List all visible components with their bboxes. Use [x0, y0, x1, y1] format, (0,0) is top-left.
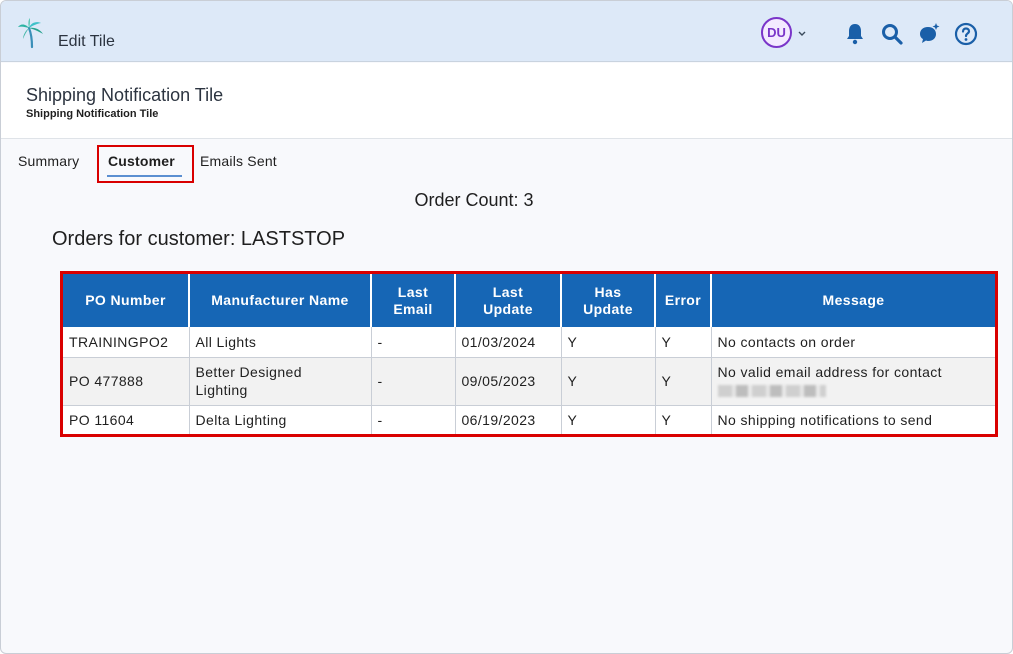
manufacturer-label: Better Designed Lighting: [195, 364, 302, 398]
error-cell: Y: [655, 327, 712, 358]
avatar[interactable]: DU: [761, 17, 792, 48]
last-email-cell: -: [371, 405, 456, 434]
column-header[interactable]: Error: [655, 274, 712, 327]
last-update-cell: 01/03/2024: [455, 327, 562, 358]
column-header[interactable]: Manufacturer Name: [189, 274, 372, 327]
tile-header: Shipping Notification Tile Shipping Noti…: [1, 63, 1012, 139]
active-tab-underline: [107, 175, 182, 177]
last-update-cell: 06/19/2023: [455, 405, 562, 434]
column-header[interactable]: Has Update: [561, 274, 656, 327]
tab-customer[interactable]: Customer: [108, 153, 175, 169]
message-cell: No contacts on order: [711, 327, 995, 358]
manufacturer-cell: Delta Lighting: [189, 405, 372, 434]
po-number-cell: TRAININGPO2: [63, 327, 190, 358]
column-header[interactable]: Last Update: [455, 274, 562, 327]
palm-tree-logo[interactable]: [16, 17, 48, 49]
orders-table: PO Number Manufacturer Name Last Email L…: [63, 274, 995, 434]
bell-icon[interactable]: [843, 22, 867, 46]
last-update-cell: 09/05/2023: [455, 357, 562, 406]
column-header-label: Last Email: [393, 283, 433, 317]
manufacturer-cell: All Lights: [189, 327, 372, 358]
manufacturer-cell: Better Designed Lighting: [189, 357, 372, 406]
tile-title: Shipping Notification Tile: [26, 85, 224, 105]
chevron-down-icon[interactable]: [796, 25, 808, 41]
po-number-cell: PO 477888: [63, 357, 190, 406]
tile-subtitle: Shipping Notification Tile: [26, 108, 159, 120]
table-row[interactable]: TRAININGPO2 All Lights - 01/03/2024 Y Y …: [63, 327, 995, 358]
chat-sparkle-icon[interactable]: [917, 22, 941, 46]
table-header-row: PO Number Manufacturer Name Last Email L…: [63, 274, 995, 327]
column-header[interactable]: PO Number: [63, 274, 190, 327]
last-email-cell: -: [371, 327, 456, 358]
orders-heading: Orders for customer: LASTSTOP: [52, 228, 346, 250]
redacted-contact-name: [717, 385, 826, 398]
column-header[interactable]: Message: [711, 274, 995, 327]
tab-summary[interactable]: Summary: [18, 153, 79, 169]
orders-table-container: PO Number Manufacturer Name Last Email L…: [60, 271, 998, 437]
app-window: Edit Tile DU Shipping Notification Tile …: [0, 0, 1013, 654]
column-header-label: Last Update: [483, 283, 533, 317]
last-email-cell: -: [371, 357, 456, 406]
column-header[interactable]: Last Email: [371, 274, 456, 327]
has-update-cell: Y: [561, 327, 656, 358]
order-count: Order Count: 3: [414, 190, 534, 210]
tab-emails-sent[interactable]: Emails Sent: [200, 153, 277, 169]
po-number-cell: PO 11604: [63, 405, 190, 434]
has-update-cell: Y: [561, 357, 656, 406]
table-row[interactable]: PO 11604 Delta Lighting - 06/19/2023 Y Y…: [63, 405, 995, 434]
message-text: No valid email address for contact: [717, 364, 942, 380]
has-update-cell: Y: [561, 405, 656, 434]
column-header-label: Has Update: [583, 283, 633, 317]
message-cell: No valid email address for contact: [711, 357, 995, 406]
table-row[interactable]: PO 477888 Better Designed Lighting - 09/…: [63, 357, 995, 406]
page-title: Edit Tile: [58, 33, 115, 50]
search-icon[interactable]: [880, 22, 904, 46]
error-cell: Y: [655, 357, 712, 406]
message-cell: No shipping notifications to send: [711, 405, 995, 434]
error-cell: Y: [655, 405, 712, 434]
help-icon[interactable]: [954, 22, 978, 46]
top-bar: Edit Tile DU: [1, 1, 1012, 62]
